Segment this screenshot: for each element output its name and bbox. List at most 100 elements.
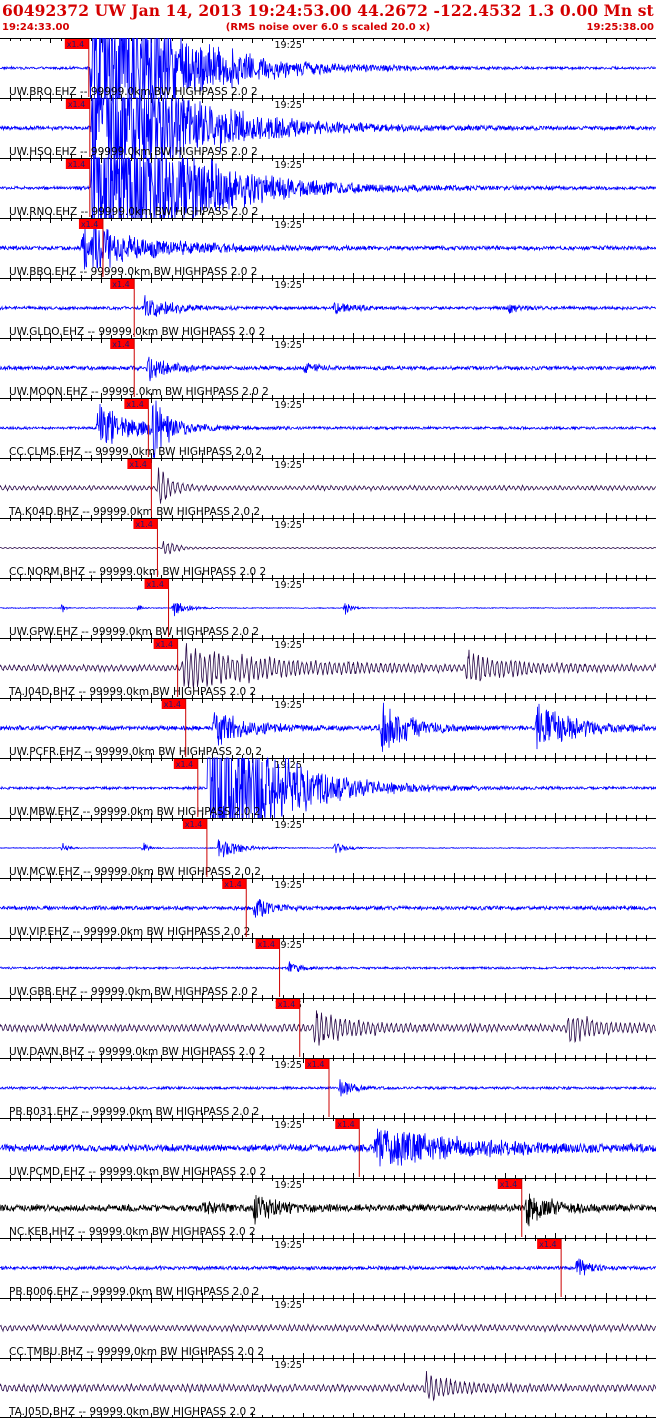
pick-label: x1.4 xyxy=(185,820,202,829)
trace-row: 19:25 UW.BBO.EHZ -- 99999.0km BW HIGHPASS… xyxy=(0,218,656,278)
trace-row: 19:25 UW.VIP.EHZ -- 99999.0km BW HIGHPASS… xyxy=(0,878,656,938)
station-label: UW.GLDO.EHZ -- 99999.0km BW HIGHPASS 2.0… xyxy=(9,326,265,338)
waveform xyxy=(0,961,656,973)
rms-note-label: (RMS noise over 6.0 s scaled 20.0 x) xyxy=(225,22,431,33)
minute-label: 19:25 xyxy=(274,1360,301,1371)
minute-label: 19:25 xyxy=(274,100,301,111)
waveform xyxy=(0,1079,656,1097)
trace-row: 19:25UW.DAVN.BHZ -- 99999.0km BW HIGHPAS… xyxy=(0,998,656,1058)
seismogram-traces: 19:25 UW.BRO.EHZ -- 99999.0km BW HIGHPASS… xyxy=(0,38,656,1418)
trace-row: 19:25 UW.MCW.EHZ -- 99999.0km BW HIGHPASS… xyxy=(0,818,656,878)
station-label: UW.RNO.EHZ -- 99999.0km BW HIGHPASS 2.0 … xyxy=(9,206,258,218)
minute-label: 19:25 xyxy=(274,40,301,51)
minute-label: 19:25 xyxy=(274,340,301,351)
trace-row: 19:25 TA.K04D.BHZ -- 99999.0km BW HIGHPAS… xyxy=(0,458,656,518)
station-label: UW.BBO.EHZ -- 99999.0km BW HIGHPASS 2.0 … xyxy=(9,266,257,278)
waveform xyxy=(0,702,656,752)
station-label: UW.BRO.EHZ -- 99999.0km BW HIGHPASS 2.0 … xyxy=(9,86,258,98)
pick-label: x1.4 xyxy=(112,280,129,289)
trace-row: 19:25 UW.GLDO.EHZ -- 99999.0km BW HIGHPAS… xyxy=(0,278,656,338)
waveform xyxy=(0,1128,656,1167)
trace-row: 19:25 UW.MOON.EHZ -- 99999.0km BW HIGHPAS… xyxy=(0,338,656,398)
minute-label: 19:25 xyxy=(274,1240,301,1251)
waveform xyxy=(0,223,656,270)
waveform xyxy=(0,602,656,617)
trace-row: 19:25 PB.B031.EHZ -- 99999.0km BW HIGHPAS… xyxy=(0,1058,656,1118)
trace-row: 19:25 UW.PCMD.EHZ -- 99999.0km BW HIGHPAS… xyxy=(0,1118,656,1178)
station-label: UW.MOON.EHZ -- 99999.0km BW HIGHPASS 2.0… xyxy=(9,386,269,398)
event-title: 60492372 UW Jan 14, 2013 19:24:53.00 44.… xyxy=(2,1,656,20)
trace-row: 19:25 UW.RNO.EHZ -- 99999.0km BW HIGHPASS… xyxy=(0,157,656,219)
station-label: CC.TMBU.BHZ -- 99999.0km BW HIGHPASS 2.0… xyxy=(9,1346,264,1358)
station-label: CC.NORM.BHZ -- 99999.0km BW HIGHPASS 2.0… xyxy=(9,566,266,578)
trace-row: 19:25 TA.J04D.BHZ -- 99999.0km BW HIGHPAS… xyxy=(0,638,656,698)
pick-label: x1.4 xyxy=(67,40,84,49)
station-label: TA.J04D.BHZ -- 99999.0km BW HIGHPASS 2.0… xyxy=(8,686,256,698)
minute-label: 19:25 xyxy=(274,880,301,891)
waveform xyxy=(0,839,656,858)
station-label: NC.KEB.HHZ -- 99999.0km BW HIGHPASS 2.0 … xyxy=(9,1226,256,1238)
pick-label: x1.4 xyxy=(176,760,193,769)
pick-label: x1.4 xyxy=(81,220,98,229)
pick-label: x1.4 xyxy=(164,700,181,709)
pick-label: x1.4 xyxy=(278,1000,295,1009)
pick-label: x1.4 xyxy=(539,1240,556,1249)
pick-label: x1.4 xyxy=(135,520,152,529)
pick-label: x1.4 xyxy=(147,580,164,589)
minute-label: 19:25 xyxy=(274,160,301,171)
pick-label: x1.4 xyxy=(156,640,173,649)
minute-label: 19:25 xyxy=(274,1180,301,1191)
station-label: PB.B006.EHZ -- 99999.0km BW HIGHPASS 2.0… xyxy=(9,1286,259,1298)
station-label: UW.PCMD.EHZ -- 99999.0km BW HIGHPASS 2.0… xyxy=(9,1166,266,1178)
pick-label: x1.4 xyxy=(126,400,143,409)
minute-label: 19:25 xyxy=(274,640,301,651)
pick-label: x1.4 xyxy=(129,460,146,469)
pick-label: x1.4 xyxy=(337,1120,354,1129)
station-label: UW.PCFR.EHZ -- 99999.0km BW HIGHPASS 2.0… xyxy=(9,746,262,758)
station-label: UW.HSO.EHZ -- 99999.0km BW HIGHPASS 2.0 … xyxy=(9,146,258,158)
station-label: UW.GPW.EHZ -- 99999.0km BW HIGHPASS 2.0 … xyxy=(9,626,259,638)
minute-label: 19:25 xyxy=(274,1060,301,1071)
pick-label: x1.4 xyxy=(307,1060,324,1069)
end-time-label: 19:25:38.00 xyxy=(586,22,654,33)
minute-label: 19:25 xyxy=(274,280,301,291)
trace-row: 19:25 CC.NORM.BHZ -- 99999.0km BW HIGHPAS… xyxy=(0,518,656,578)
waveform xyxy=(0,541,656,555)
header: 60492372 UW Jan 14, 2013 19:24:53.00 44.… xyxy=(0,0,656,39)
station-label: UW.VIP.EHZ -- 99999.0km BW HIGHPASS 2.0 … xyxy=(9,926,250,938)
pick-label: x1.4 xyxy=(500,1180,517,1189)
waveform xyxy=(0,643,656,689)
minute-label: 19:25 xyxy=(274,700,301,711)
minute-label: 19:25 xyxy=(274,520,301,531)
station-label: UW.GBB.EHZ -- 99999.0km BW HIGHPASS 2.0 … xyxy=(9,986,258,998)
waveform xyxy=(0,356,656,382)
trace-row: 19:25 CC.CLMS.EHZ -- 99999.0km BW HIGHPAS… xyxy=(0,398,656,459)
trace-row: 19:25 TA.J05D.BHZ -- 99999.0km BW HIGHPAS… xyxy=(0,1358,656,1418)
minute-label: 19:25 xyxy=(274,400,301,411)
trace-row: 19:25 NC.KEB.HHZ -- 99999.0km BW HIGHPASS… xyxy=(0,1178,656,1238)
waveform xyxy=(0,295,656,317)
station-label: PB.B031.EHZ -- 99999.0km BW HIGHPASS 2.0… xyxy=(9,1106,259,1118)
minute-label: 19:25 xyxy=(274,820,301,831)
pick-label: x1.4 xyxy=(258,940,275,949)
seismogram-page: 60492372 UW Jan 14, 2013 19:24:53.00 44.… xyxy=(0,0,656,1418)
trace-row: 19:25 UW.HSO.EHZ -- 99999.0km BW HIGHPASS… xyxy=(0,97,656,159)
trace-row: 19:25 UW.BRO.EHZ -- 99999.0km BW HIGHPASS… xyxy=(0,38,656,99)
minute-label: 19:25 xyxy=(274,1120,301,1131)
pick-label: x1.4 xyxy=(224,880,241,889)
trace-row: 19:25 UW.GPW.EHZ -- 99999.0km BW HIGHPASS… xyxy=(0,578,656,638)
station-label: UW.DAVN.BHZ -- 99999.0km BW HIGHPASS 2.0… xyxy=(9,1046,265,1058)
station-label: CC.CLMS.EHZ -- 99999.0km BW HIGHPASS 2.0… xyxy=(9,446,262,458)
pick-label: x1.4 xyxy=(112,340,129,349)
waveform xyxy=(0,899,656,918)
pick-label: x1.4 xyxy=(68,160,85,169)
station-label: UW.MBW.EHZ -- 99999.0km BW HIGHPASS 2.0 … xyxy=(9,806,260,818)
waveform xyxy=(0,1370,656,1402)
minute-label: 19:25 xyxy=(274,580,301,591)
station-label: TA.J05D.BHZ -- 99999.0km BW HIGHPASS 2.0… xyxy=(8,1406,256,1418)
station-label: TA.K04D.BHZ -- 99999.0km BW HIGHPASS 2.0… xyxy=(8,506,260,518)
trace-row: 19:25UW.MBW.EHZ -- 99999.0km BW HIGHPASS… xyxy=(0,757,656,819)
minute-label: 19:25 xyxy=(274,460,301,471)
trace-row: 19:25 CC.TMBU.BHZ -- 99999.0km BW HIGHPAS… xyxy=(0,1298,656,1358)
waveform xyxy=(0,1258,656,1276)
